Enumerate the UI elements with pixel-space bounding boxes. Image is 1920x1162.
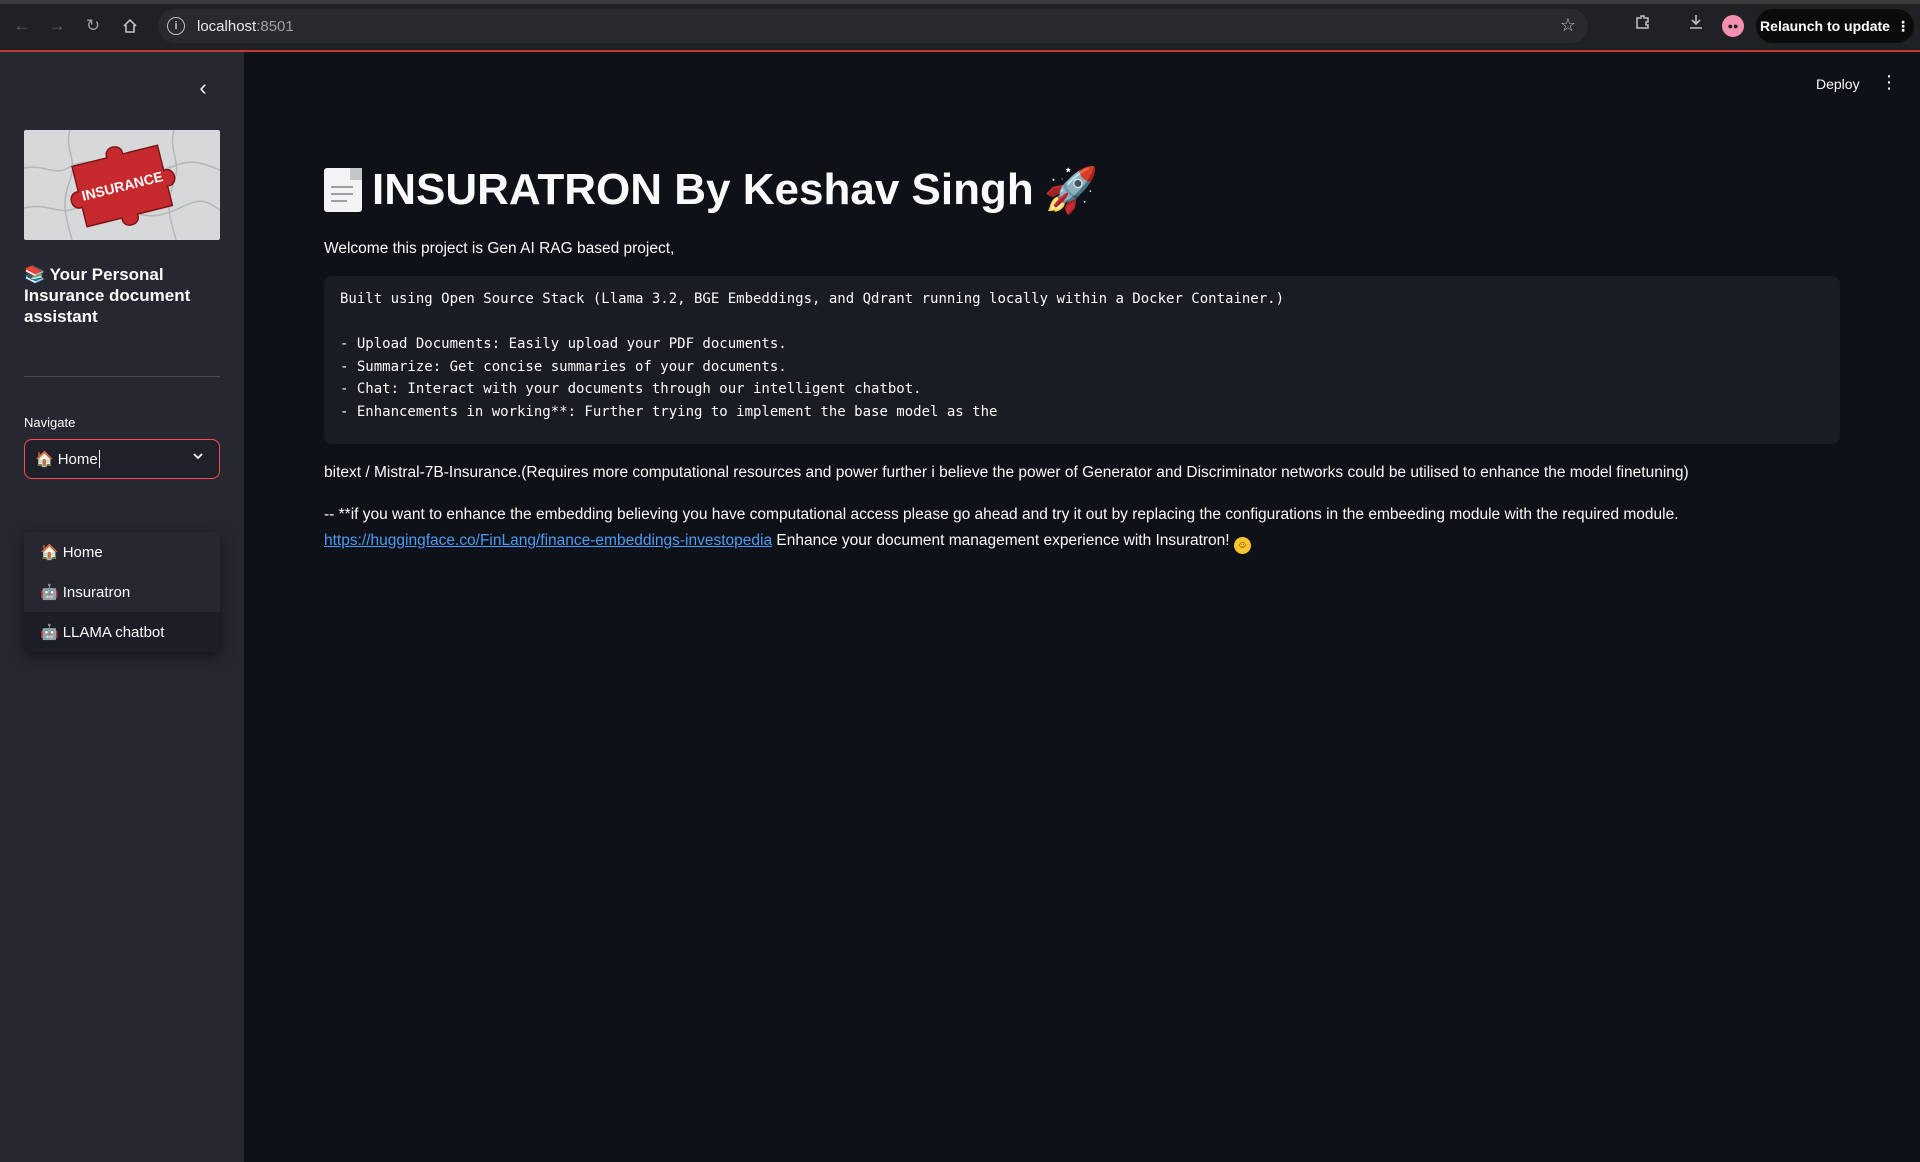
chrome-menu-icon[interactable]: ⋮ xyxy=(1896,18,1910,35)
chevron-down-icon[interactable] xyxy=(191,449,205,466)
option-insuratron[interactable]: 🤖 Insuratron xyxy=(24,572,220,612)
selected-option-value: Home xyxy=(57,450,98,468)
smiley-icon: ☺ xyxy=(1233,537,1251,554)
back-icon[interactable]: ← xyxy=(10,14,34,38)
profile-avatar[interactable]: ●● xyxy=(1722,15,1744,37)
bookmark-star-icon[interactable]: ☆ xyxy=(1560,15,1576,36)
navigate-options-list: 🏠 Home 🤖 Insuratron 🤖 LLAMA chatbot xyxy=(24,532,220,652)
home-icon[interactable] xyxy=(118,14,142,38)
browser-toolbar: ← → ↻ i localhost:8501 ☆ ●● Relaunch to … xyxy=(0,0,1920,52)
page-title: INSURATRON By Keshav Singh 🚀 xyxy=(324,164,1099,216)
sidebar-tagline: 📚 Your Personal Insurance document assis… xyxy=(24,265,191,326)
embeddings-link[interactable]: https://huggingface.co/FinLang/finance-e… xyxy=(324,532,772,549)
sidebar-divider xyxy=(24,376,220,377)
code-line: - Upload Documents: Easily upload your P… xyxy=(340,336,787,352)
code-line: - Enhancements in working**: Further try… xyxy=(340,403,998,420)
extensions-icon[interactable] xyxy=(1631,13,1655,37)
code-line: Built using Open Source Stack (Llama 3.2… xyxy=(340,291,1285,307)
option-llama-chatbot[interactable]: 🤖 LLAMA chatbot xyxy=(24,612,220,652)
address-bar[interactable]: i localhost:8501 ☆ xyxy=(158,9,1588,43)
selected-option-emoji: 🏠 xyxy=(35,451,54,468)
document-icon xyxy=(324,168,362,212)
features-code-block: Built using Open Source Stack (Llama 3.2… xyxy=(324,276,1840,444)
rocket-icon: 🚀 xyxy=(1043,166,1099,215)
reload-icon[interactable]: ↻ xyxy=(81,14,105,38)
download-icon[interactable] xyxy=(1684,13,1708,37)
model-note-paragraph: bitext / Mistral-7B-Insurance.(Requires … xyxy=(324,464,1689,481)
deploy-button[interactable]: Deploy xyxy=(1816,76,1860,92)
insurance-logo-image: INSURANCE xyxy=(24,130,220,240)
navigate-label: Navigate xyxy=(24,415,76,430)
url-text: localhost:8501 xyxy=(197,17,294,35)
embedding-note-paragraph: -- **if you want to enhance the embeddin… xyxy=(324,502,1884,554)
navigate-select[interactable]: 🏠 Home xyxy=(24,439,220,479)
collapse-sidebar-icon[interactable]: ‹ xyxy=(192,77,214,99)
relaunch-button[interactable]: Relaunch to update ⋮ xyxy=(1756,9,1914,43)
code-line: - Summarize: Get concise summaries of yo… xyxy=(340,358,787,375)
welcome-text: Welcome this project is Gen AI RAG based… xyxy=(324,240,675,257)
option-home[interactable]: 🏠 Home xyxy=(24,532,220,572)
sidebar: ‹ INSURANCE 📚 Your Personal Insurance do… xyxy=(0,52,244,1162)
forward-icon[interactable]: → xyxy=(45,14,69,38)
main-menu-icon[interactable]: ⋮ xyxy=(1880,72,1898,93)
site-info-icon[interactable]: i xyxy=(167,17,185,35)
tab-strip xyxy=(0,0,1920,4)
main-content: Deploy ⋮ INSURATRON By Keshav Singh 🚀 We… xyxy=(244,52,1920,1162)
code-line: - Chat: Interact with your documents thr… xyxy=(340,381,922,397)
